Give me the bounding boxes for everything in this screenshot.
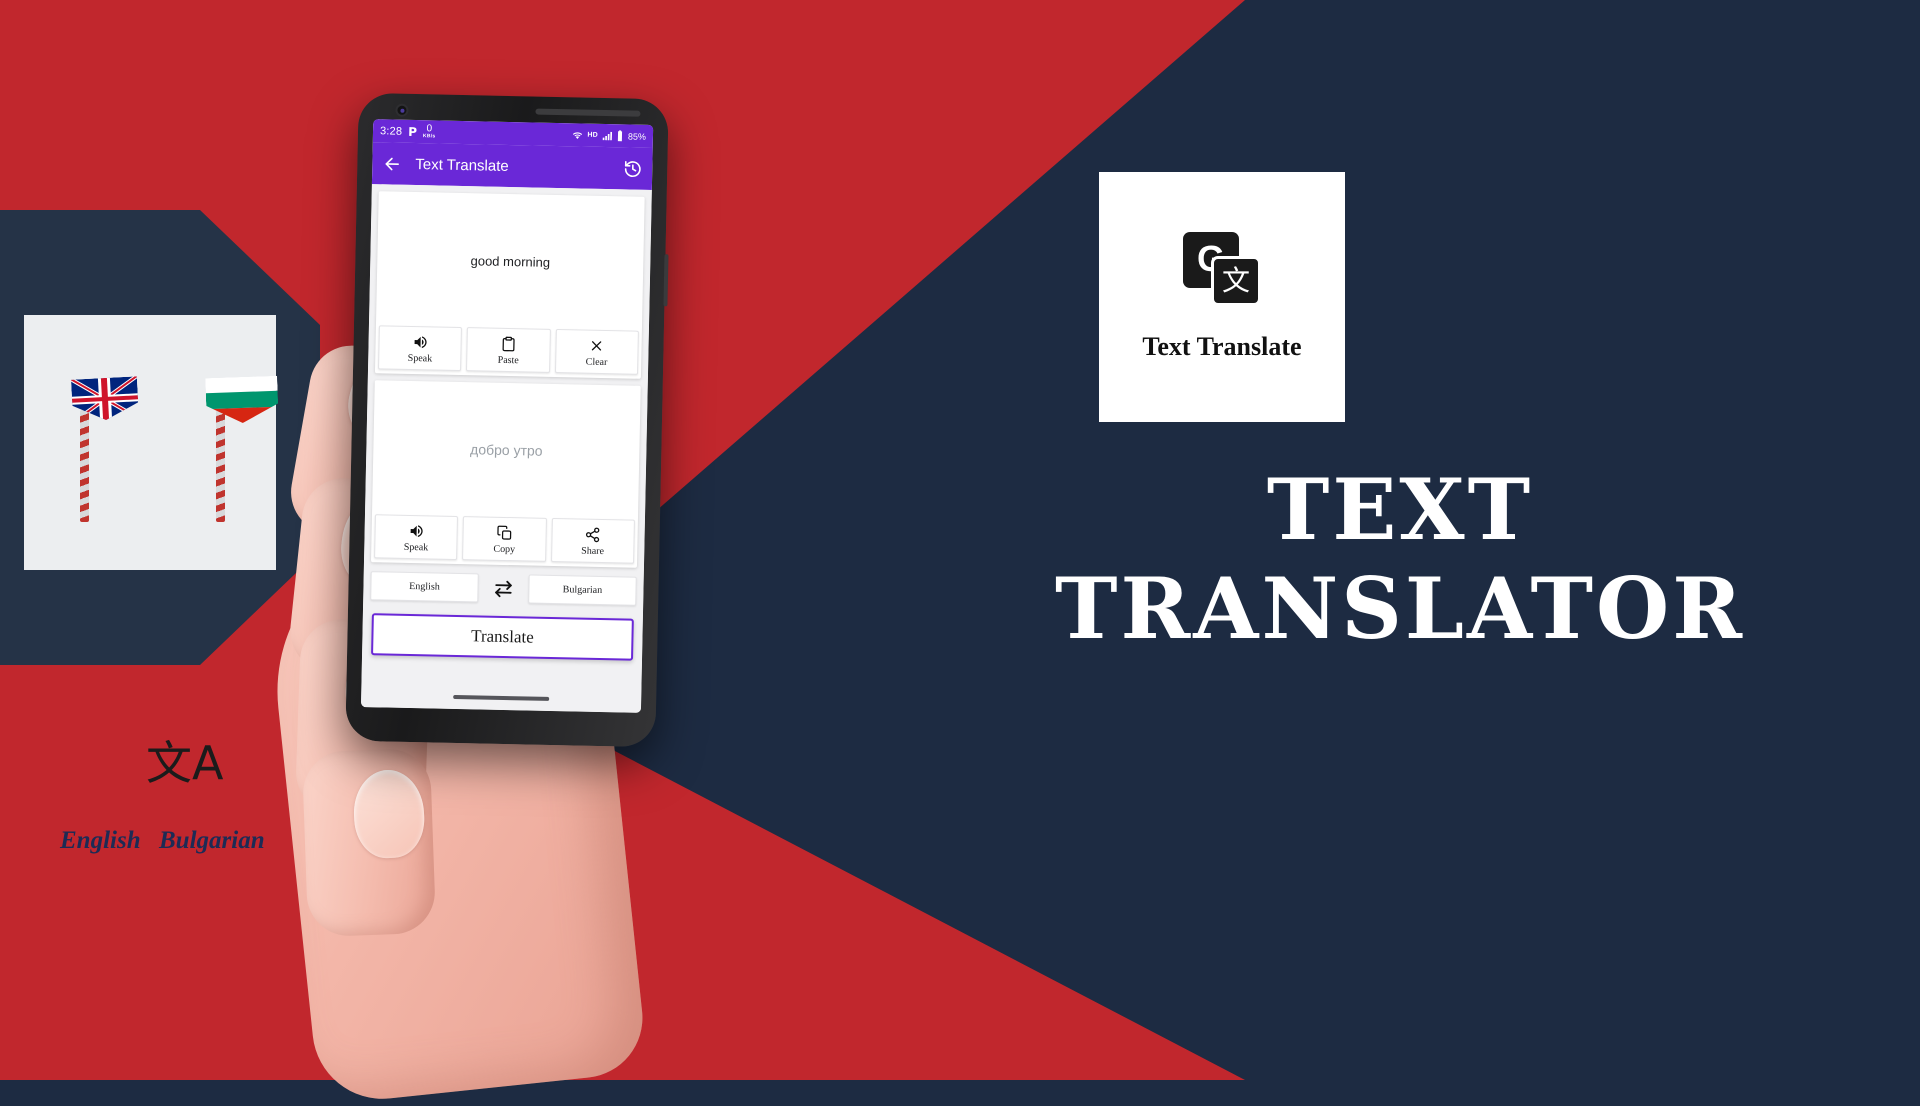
- target-text-card: добро утро Speak: [371, 380, 641, 568]
- app-bar-title: Text Translate: [415, 156, 609, 177]
- network-speed: 0 KB/s: [423, 124, 436, 139]
- close-icon: [589, 338, 605, 354]
- copy-button[interactable]: Copy: [462, 516, 546, 562]
- arrow-left-icon[interactable]: [382, 154, 401, 173]
- target-speak-button[interactable]: Speak: [374, 514, 458, 560]
- language-selector-row: English Bulgarian: [370, 569, 637, 606]
- battery-percent: 85%: [628, 131, 646, 141]
- app-indicator-icon: P: [408, 125, 417, 137]
- status-time: 3:28: [380, 125, 402, 137]
- swap-horizontal-icon: [492, 577, 514, 599]
- share-button[interactable]: Share: [551, 518, 635, 564]
- phone-screen: 3:28 P 0 KB/s HD 85%: [361, 119, 653, 713]
- promo-title: TEXT TRANSLATOR: [900, 460, 1900, 658]
- translate-glyph-icon: 文A: [146, 740, 223, 786]
- hd-label: HD: [587, 132, 598, 139]
- network-speed-unit: KB/s: [423, 134, 436, 139]
- clear-label: Clear: [586, 357, 608, 368]
- share-icon: [585, 527, 601, 543]
- source-speak-label: Speak: [408, 353, 433, 365]
- target-text-area[interactable]: добро утро: [372, 380, 641, 520]
- volume-up-icon: [408, 523, 424, 539]
- source-text-card: good morning Speak: [375, 191, 645, 379]
- app-logo-icon: G 文: [1183, 232, 1261, 306]
- source-language-select[interactable]: English: [370, 571, 479, 602]
- flag-illustration: [24, 315, 276, 570]
- phone-mockup: 3:28 P 0 KB/s HD 85%: [345, 93, 669, 747]
- source-flag-pole: [80, 410, 89, 522]
- status-spacer: [442, 132, 567, 135]
- wifi-icon: [572, 129, 583, 140]
- app-icon-card: G 文 Text Translate: [1099, 172, 1345, 422]
- target-text: добро утро: [470, 441, 543, 459]
- source-speak-button[interactable]: Speak: [378, 325, 462, 371]
- language-pair-card: 文A English Bulgarian: [24, 315, 276, 570]
- app-content: good morning Speak: [361, 184, 652, 713]
- paste-button[interactable]: Paste: [466, 327, 550, 373]
- earpiece-speaker: [535, 109, 640, 117]
- status-icons: HD 85%: [572, 129, 646, 142]
- target-speak-label: Speak: [404, 542, 429, 554]
- app-icon-label: Text Translate: [1142, 332, 1301, 362]
- copy-icon: [496, 525, 512, 541]
- source-actions: Speak Paste Clear: [375, 325, 642, 379]
- flag-card-target-language: Bulgarian: [159, 827, 265, 855]
- promo-title-line2: TRANSLATOR: [900, 559, 1900, 658]
- history-icon[interactable]: [623, 159, 642, 178]
- app-bar: Text Translate: [372, 142, 653, 190]
- front-camera: [395, 104, 408, 117]
- app-logo-front-tile: 文: [1211, 256, 1261, 306]
- copy-label: Copy: [493, 544, 515, 555]
- clear-button[interactable]: Clear: [555, 329, 639, 375]
- share-label: Share: [581, 546, 604, 557]
- flag-card-source-language: English: [60, 827, 141, 855]
- swap-languages-button[interactable]: [484, 577, 522, 600]
- target-flag-pole: [216, 410, 225, 522]
- signal-icon: [602, 130, 612, 140]
- clipboard-icon: [500, 336, 516, 352]
- translate-button[interactable]: Translate: [371, 613, 634, 660]
- paste-label: Paste: [498, 355, 519, 366]
- volume-up-icon: [412, 334, 428, 350]
- battery-icon: [616, 130, 624, 141]
- source-text: good morning: [470, 253, 550, 270]
- promo-title-line1: TEXT: [900, 460, 1900, 559]
- app-logo-glyph: 文: [1222, 267, 1250, 295]
- target-language-select[interactable]: Bulgarian: [528, 574, 637, 605]
- target-actions: Speak Copy: [371, 514, 638, 568]
- source-text-area[interactable]: good morning: [376, 191, 645, 331]
